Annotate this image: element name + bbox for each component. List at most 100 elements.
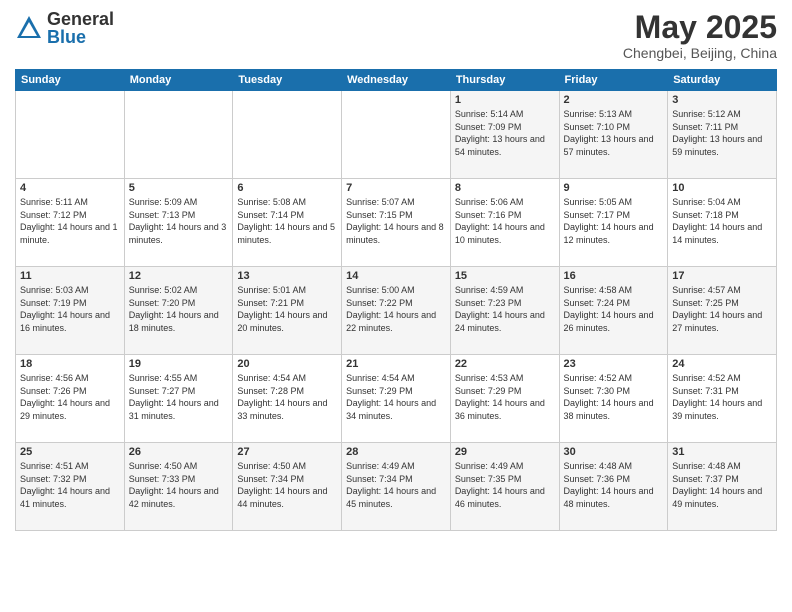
- calendar-cell: 10 Sunrise: 5:04 AMSunset: 7:18 PMDayligh…: [668, 179, 777, 267]
- calendar-cell: 15Sunrise: 4:59 AMSunset: 7:23 PMDayligh…: [450, 267, 559, 355]
- day-info: Sunrise: 5:05 AMSunset: 7:17 PMDaylight:…: [564, 196, 664, 246]
- calendar-cell: 17 Sunrise: 4:57 AMSunset: 7:25 PMDayligh…: [668, 267, 777, 355]
- calendar-cell: 8 Sunrise: 5:06 AMSunset: 7:16 PMDaylight…: [450, 179, 559, 267]
- day-info: Sunrise: 5:07 AMSunset: 7:15 PMDaylight:…: [346, 196, 446, 246]
- weekday-header: Wednesday: [342, 70, 451, 91]
- day-number: 4: [20, 182, 120, 194]
- day-number: 5: [129, 182, 229, 194]
- day-info: Sunrise: 5:06 AMSunset: 7:16 PMDaylight:…: [455, 196, 555, 246]
- day-number: 21: [346, 358, 446, 370]
- day-info: Sunrise: 4:54 AMSunset: 7:28 PMDaylight:…: [237, 372, 337, 422]
- calendar: SundayMondayTuesdayWednesdayThursdayFrid…: [15, 69, 777, 531]
- day-info: Sunrise: 5:12 AMSunset: 7:11 PMDaylight:…: [672, 108, 772, 158]
- day-info: Sunrise: 4:49 AMSunset: 7:34 PMDaylight:…: [346, 460, 446, 510]
- calendar-cell: 24 Sunrise: 4:52 AMSunset: 7:31 PMDayligh…: [668, 355, 777, 443]
- calendar-cell: 16Sunrise: 4:58 AMSunset: 7:24 PMDayligh…: [559, 267, 668, 355]
- weekday-header-row: SundayMondayTuesdayWednesdayThursdayFrid…: [16, 70, 777, 91]
- day-number: 1: [455, 94, 555, 106]
- calendar-cell: 19 Sunrise: 4:55 AMSunset: 7:27 PMDayligh…: [124, 355, 233, 443]
- day-info: Sunrise: 4:48 AMSunset: 7:36 PMDaylight:…: [564, 460, 664, 510]
- calendar-cell: 20 Sunrise: 4:54 AMSunset: 7:28 PMDayligh…: [233, 355, 342, 443]
- logo-text: General Blue: [47, 10, 114, 46]
- calendar-cell: 21 Sunrise: 4:54 AMSunset: 7:29 PMDayligh…: [342, 355, 451, 443]
- calendar-cell: 26 Sunrise: 4:50 AMSunset: 7:33 PMDayligh…: [124, 443, 233, 531]
- day-number: 14: [346, 270, 446, 282]
- weekday-header: Saturday: [668, 70, 777, 91]
- day-number: 10: [672, 182, 772, 194]
- day-number: 27: [237, 446, 337, 458]
- calendar-row: 25 Sunrise: 4:51 AMSunset: 7:32 PMDayligh…: [16, 443, 777, 531]
- calendar-cell: 4 Sunrise: 5:11 AMSunset: 7:12 PMDaylight…: [16, 179, 125, 267]
- day-info: Sunrise: 4:49 AMSunset: 7:35 PMDaylight:…: [455, 460, 555, 510]
- header: General Blue May 2025 Chengbei, Beijing,…: [15, 10, 777, 61]
- calendar-row: 11Sunrise: 5:03 AMSunset: 7:19 PMDayligh…: [16, 267, 777, 355]
- calendar-cell: 3 Sunrise: 5:12 AMSunset: 7:11 PMDaylight…: [668, 91, 777, 179]
- calendar-cell: 14 Sunrise: 5:00 AMSunset: 7:22 PMDayligh…: [342, 267, 451, 355]
- day-info: Sunrise: 4:52 AMSunset: 7:31 PMDaylight:…: [672, 372, 772, 422]
- day-info: Sunrise: 5:11 AMSunset: 7:12 PMDaylight:…: [20, 196, 120, 246]
- weekday-header: Sunday: [16, 70, 125, 91]
- day-number: 3: [672, 94, 772, 106]
- calendar-cell: 27Sunrise: 4:50 AMSunset: 7:34 PMDayligh…: [233, 443, 342, 531]
- calendar-row: 1Sunrise: 5:14 AMSunset: 7:09 PMDaylight…: [16, 91, 777, 179]
- day-number: 18: [20, 358, 120, 370]
- day-info: Sunrise: 4:50 AMSunset: 7:33 PMDaylight:…: [129, 460, 229, 510]
- calendar-cell: [16, 91, 125, 179]
- day-number: 13: [237, 270, 337, 282]
- day-info: Sunrise: 4:58 AMSunset: 7:24 PMDaylight:…: [564, 284, 664, 334]
- logo: General Blue: [15, 10, 114, 46]
- day-number: 29: [455, 446, 555, 458]
- calendar-cell: 6 Sunrise: 5:08 AMSunset: 7:14 PMDaylight…: [233, 179, 342, 267]
- weekday-header: Tuesday: [233, 70, 342, 91]
- weekday-header: Friday: [559, 70, 668, 91]
- page: General Blue May 2025 Chengbei, Beijing,…: [0, 0, 792, 612]
- day-info: Sunrise: 5:13 AMSunset: 7:10 PMDaylight:…: [564, 108, 664, 158]
- day-info: Sunrise: 4:59 AMSunset: 7:23 PMDaylight:…: [455, 284, 555, 334]
- day-number: 30: [564, 446, 664, 458]
- day-number: 28: [346, 446, 446, 458]
- calendar-cell: 11Sunrise: 5:03 AMSunset: 7:19 PMDayligh…: [16, 267, 125, 355]
- calendar-cell: 30 Sunrise: 4:48 AMSunset: 7:36 PMDayligh…: [559, 443, 668, 531]
- calendar-cell: 9Sunrise: 5:05 AMSunset: 7:17 PMDaylight…: [559, 179, 668, 267]
- weekday-header: Monday: [124, 70, 233, 91]
- day-number: 17: [672, 270, 772, 282]
- calendar-cell: 18Sunrise: 4:56 AMSunset: 7:26 PMDayligh…: [16, 355, 125, 443]
- day-number: 12: [129, 270, 229, 282]
- day-info: Sunrise: 5:00 AMSunset: 7:22 PMDaylight:…: [346, 284, 446, 334]
- day-number: 7: [346, 182, 446, 194]
- day-info: Sunrise: 4:54 AMSunset: 7:29 PMDaylight:…: [346, 372, 446, 422]
- day-info: Sunrise: 4:48 AMSunset: 7:37 PMDaylight:…: [672, 460, 772, 510]
- day-info: Sunrise: 4:57 AMSunset: 7:25 PMDaylight:…: [672, 284, 772, 334]
- day-number: 2: [564, 94, 664, 106]
- day-info: Sunrise: 5:09 AMSunset: 7:13 PMDaylight:…: [129, 196, 229, 246]
- day-info: Sunrise: 4:52 AMSunset: 7:30 PMDaylight:…: [564, 372, 664, 422]
- logo-icon: [15, 14, 43, 42]
- month-title: May 2025: [623, 10, 777, 45]
- calendar-row: 18Sunrise: 4:56 AMSunset: 7:26 PMDayligh…: [16, 355, 777, 443]
- calendar-cell: [233, 91, 342, 179]
- day-number: 19: [129, 358, 229, 370]
- day-info: Sunrise: 4:51 AMSunset: 7:32 PMDaylight:…: [20, 460, 120, 510]
- day-number: 25: [20, 446, 120, 458]
- day-number: 22: [455, 358, 555, 370]
- day-info: Sunrise: 5:02 AMSunset: 7:20 PMDaylight:…: [129, 284, 229, 334]
- day-number: 8: [455, 182, 555, 194]
- day-number: 26: [129, 446, 229, 458]
- calendar-cell: 22Sunrise: 4:53 AMSunset: 7:29 PMDayligh…: [450, 355, 559, 443]
- day-number: 20: [237, 358, 337, 370]
- day-info: Sunrise: 4:55 AMSunset: 7:27 PMDaylight:…: [129, 372, 229, 422]
- calendar-cell: 31 Sunrise: 4:48 AMSunset: 7:37 PMDayligh…: [668, 443, 777, 531]
- logo-general: General: [47, 10, 114, 28]
- calendar-cell: 12 Sunrise: 5:02 AMSunset: 7:20 PMDayligh…: [124, 267, 233, 355]
- title-area: May 2025 Chengbei, Beijing, China: [623, 10, 777, 61]
- calendar-cell: 28 Sunrise: 4:49 AMSunset: 7:34 PMDayligh…: [342, 443, 451, 531]
- weekday-header: Thursday: [450, 70, 559, 91]
- day-number: 6: [237, 182, 337, 194]
- day-number: 31: [672, 446, 772, 458]
- day-number: 24: [672, 358, 772, 370]
- logo-blue: Blue: [47, 28, 114, 46]
- day-info: Sunrise: 5:08 AMSunset: 7:14 PMDaylight:…: [237, 196, 337, 246]
- calendar-row: 4 Sunrise: 5:11 AMSunset: 7:12 PMDaylight…: [16, 179, 777, 267]
- day-info: Sunrise: 5:04 AMSunset: 7:18 PMDaylight:…: [672, 196, 772, 246]
- day-info: Sunrise: 5:03 AMSunset: 7:19 PMDaylight:…: [20, 284, 120, 334]
